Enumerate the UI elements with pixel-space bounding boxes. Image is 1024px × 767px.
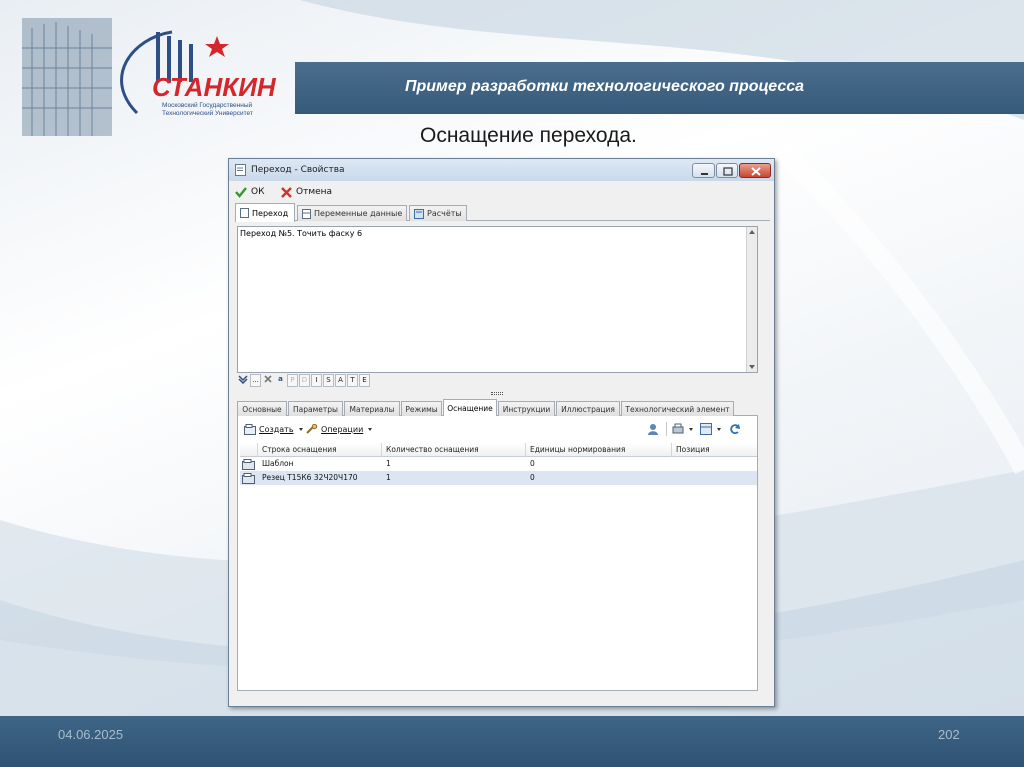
- tab-materials[interactable]: Материалы: [344, 401, 400, 416]
- operations-label: Операции: [321, 424, 364, 434]
- format-button-i[interactable]: I: [311, 374, 322, 387]
- tab-illustration[interactable]: Иллюстрация: [556, 401, 620, 416]
- column-header-equipment-line[interactable]: Строка оснащения: [258, 443, 382, 457]
- format-button-e[interactable]: E: [359, 374, 370, 387]
- close-button[interactable]: [739, 163, 771, 178]
- slide-subtitle: Оснащение перехода.: [420, 124, 637, 147]
- slide-page-number: 202: [938, 727, 960, 742]
- chevron-down-icon: [689, 427, 693, 431]
- cancel-label: Отмена: [296, 187, 333, 197]
- tab-parameters[interactable]: Параметры: [288, 401, 343, 416]
- print-button[interactable]: [672, 421, 693, 437]
- logo-name: СТАНКИН: [152, 72, 277, 102]
- transition-text-editor[interactable]: Переход №5. Точить фаску 6: [237, 226, 758, 373]
- view-button[interactable]: [700, 421, 721, 437]
- format-button-s[interactable]: S: [323, 374, 334, 387]
- tab-transition-label: Переход: [252, 208, 289, 218]
- cell-norm-units: 0: [530, 459, 535, 468]
- stankin-logo: СТАНКИН Московский Государственный Техно…: [22, 18, 292, 136]
- tab-modes[interactable]: Режимы: [401, 401, 442, 416]
- logo-line-2: Технологический Университет: [162, 109, 253, 117]
- document-icon: [240, 208, 249, 218]
- refresh-icon: [730, 424, 740, 435]
- format-toolbar: ... a P D I S A T E: [237, 374, 758, 388]
- user-icon[interactable]: [647, 421, 660, 437]
- grid-view-icon: [700, 423, 712, 435]
- tab-calculations-label: Расчёты: [427, 209, 462, 218]
- refresh-button[interactable]: [729, 421, 741, 437]
- grid-header: Строка оснащения Количество оснащения Ед…: [240, 443, 757, 457]
- slide-date: 04.06.2025: [58, 727, 124, 742]
- tab-technological-element[interactable]: Технологический элемент: [621, 401, 734, 416]
- footer-band: [0, 716, 1024, 767]
- chevron-down-icon: [368, 427, 373, 431]
- tab-main[interactable]: Основные: [237, 401, 287, 416]
- more-button[interactable]: ...: [250, 374, 261, 387]
- toolbar-separator: [666, 422, 667, 436]
- scroll-up-arrow-icon[interactable]: [749, 230, 755, 234]
- cell-norm-units: 0: [530, 473, 535, 482]
- format-button-d[interactable]: D: [299, 374, 310, 387]
- equipment-icon: [242, 473, 255, 484]
- document-icon: [235, 164, 246, 176]
- cell-equipment-qty: 1: [386, 459, 391, 468]
- logo-line-1: Московский Государственный: [162, 101, 253, 109]
- ok-label: ОК: [251, 187, 265, 197]
- column-header-position[interactable]: Позиция: [672, 443, 757, 457]
- window-title: Переход - Свойства: [251, 165, 345, 175]
- tab-variable-data-label: Переменные данные: [314, 209, 403, 218]
- equipment-panel: Создать Операции Строка оснащения Количе…: [237, 416, 758, 691]
- create-label: Создать: [259, 424, 294, 434]
- spell-check-icon[interactable]: a: [275, 374, 286, 387]
- table-icon: [302, 208, 311, 219]
- scroll-down-arrow-icon[interactable]: [749, 365, 755, 369]
- cell-position: [672, 471, 676, 485]
- tab-instructions[interactable]: Инструкции: [498, 401, 555, 416]
- ok-button[interactable]: ОК: [235, 184, 273, 200]
- operations-icon: [306, 423, 318, 434]
- transition-text: Переход №5. Точить фаску 6: [240, 229, 363, 238]
- panel-splitter[interactable]: [491, 392, 503, 395]
- checkmark-icon: [235, 187, 247, 198]
- clear-format-icon[interactable]: [262, 374, 274, 387]
- cross-icon: [281, 186, 292, 198]
- format-button-p[interactable]: P: [287, 374, 298, 387]
- grid-toolbar: Создать Операции: [242, 421, 754, 437]
- format-button-t[interactable]: T: [347, 374, 358, 387]
- cancel-button[interactable]: Отмена: [281, 184, 341, 200]
- top-tab-strip: Переход Переменные данные Расчёты: [235, 203, 770, 222]
- chevron-down-icon: [717, 427, 721, 431]
- format-button-a[interactable]: A: [335, 374, 346, 387]
- column-header-equipment-qty[interactable]: Количество оснащения: [382, 443, 526, 457]
- table-row[interactable]: Шаблон 1 0: [240, 457, 757, 471]
- minimize-button[interactable]: [692, 163, 715, 178]
- tab-equipment[interactable]: Оснащение: [443, 399, 497, 417]
- print-icon: [672, 423, 684, 434]
- window-titlebar[interactable]: Переход - Свойства: [229, 159, 774, 181]
- column-header-norm-units[interactable]: Единицы нормирования: [526, 443, 672, 457]
- cell-equipment-qty: 1: [386, 473, 391, 482]
- maximize-button[interactable]: [716, 163, 738, 178]
- equipment-icon: [242, 459, 255, 470]
- create-icon: [244, 423, 256, 435]
- tab-calculations[interactable]: Расчёты: [409, 205, 467, 221]
- chevron-down-icon: [298, 427, 303, 431]
- slide-title: Пример разработки технологического проце…: [405, 78, 805, 95]
- tab-variable-data[interactable]: Переменные данные: [297, 205, 407, 221]
- cell-equipment-line: Шаблон: [262, 459, 294, 468]
- editor-scrollbar[interactable]: [746, 227, 757, 372]
- tab-transition[interactable]: Переход: [235, 203, 295, 222]
- table-row[interactable]: Резец Т15К6 32Ч20Ч170 1 0: [240, 471, 757, 485]
- properties-window: Переход - Свойства ОК Отмена Переход Пер…: [228, 158, 775, 707]
- operations-button[interactable]: Операции: [306, 421, 373, 437]
- expand-icon[interactable]: [237, 374, 249, 387]
- bottom-tab-strip: Основные Параметры Материалы Режимы Осна…: [237, 399, 758, 417]
- cell-position: [672, 457, 676, 471]
- grid-header-icon-cell: [240, 443, 258, 457]
- calculator-icon: [414, 208, 424, 219]
- cell-equipment-line: Резец Т15К6 32Ч20Ч170: [262, 473, 358, 482]
- create-button[interactable]: Создать: [244, 421, 303, 437]
